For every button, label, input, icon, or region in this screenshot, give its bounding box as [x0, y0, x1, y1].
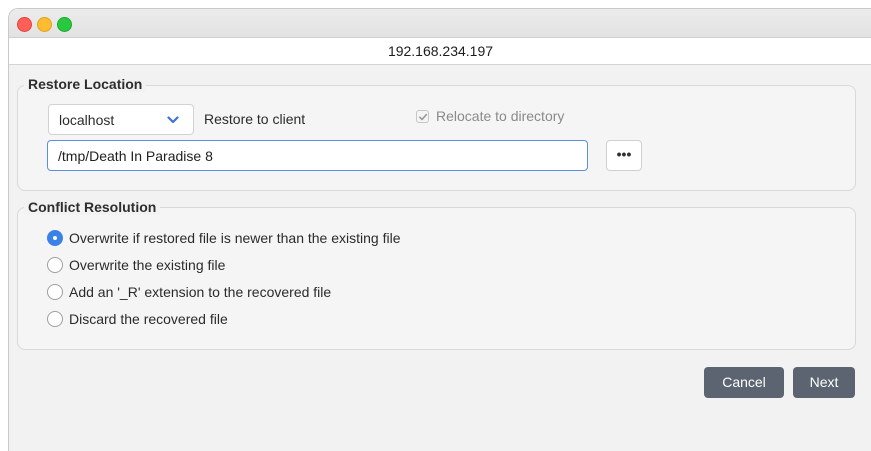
- radio-label: Discard the recovered file: [69, 311, 228, 327]
- radio-button[interactable]: [47, 311, 63, 327]
- radio-button[interactable]: [47, 230, 63, 246]
- address-text: 192.168.234.197: [387, 43, 494, 59]
- relocate-checkbox[interactable]: [416, 110, 429, 123]
- chevron-down-icon: [167, 116, 179, 124]
- cancel-button[interactable]: Cancel: [704, 367, 784, 398]
- restore-location-group: [17, 85, 856, 191]
- next-button[interactable]: Next: [793, 367, 855, 398]
- zoom-window-button[interactable]: [57, 17, 72, 32]
- close-window-button[interactable]: [17, 17, 32, 32]
- relocate-checkbox-label: Relocate to directory: [436, 108, 565, 124]
- radio-label: Add an '_R' extension to the recovered f…: [69, 284, 332, 300]
- address-bar: 192.168.234.197: [9, 38, 871, 65]
- checkmark-icon: [419, 113, 428, 121]
- radio-label: Overwrite the existing file: [69, 257, 226, 273]
- client-select-value: localhost: [59, 112, 115, 128]
- restore-to-client-label: Restore to client: [204, 111, 306, 127]
- title-bar: [9, 9, 871, 38]
- conflict-resolution-group: [17, 207, 856, 350]
- radio-button[interactable]: [47, 284, 63, 300]
- restore-location-legend: Restore Location: [24, 76, 147, 92]
- radio-label: Overwrite if restored file is newer than…: [69, 230, 401, 246]
- radio-button[interactable]: [47, 257, 63, 273]
- conflict-resolution-legend: Conflict Resolution: [24, 199, 161, 215]
- minimize-window-button[interactable]: [37, 17, 52, 32]
- path-input[interactable]: [47, 140, 588, 171]
- client-select[interactable]: localhost: [48, 104, 194, 135]
- browse-button[interactable]: •••: [606, 140, 642, 171]
